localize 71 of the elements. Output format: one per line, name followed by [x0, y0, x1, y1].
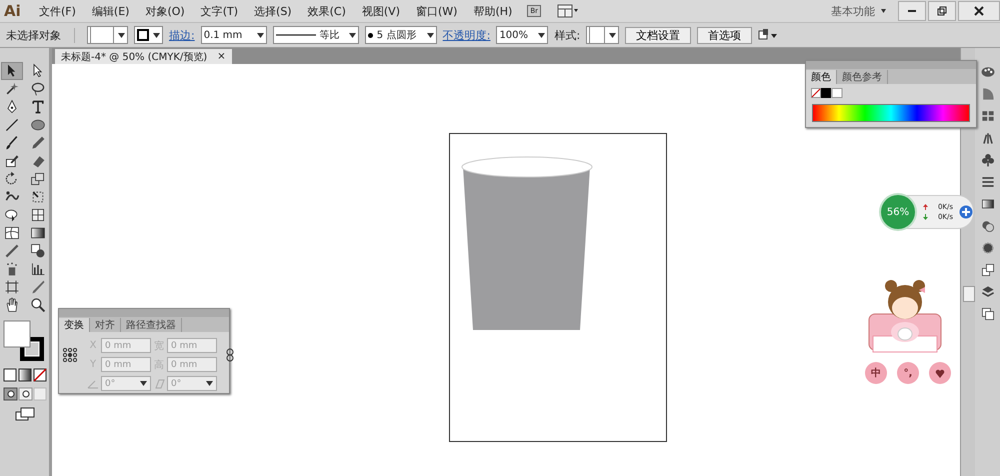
screen-mode-icon[interactable] [14, 407, 34, 421]
tab-close[interactable]: × [217, 51, 226, 62]
caret-icon [426, 32, 434, 38]
panel-tab[interactable]: 变换 [59, 318, 90, 332]
fill-dropdown[interactable] [87, 26, 128, 44]
style-dropdown[interactable] [586, 26, 620, 44]
up-arrow-icon [922, 204, 928, 210]
angle-icon [87, 378, 99, 388]
line-profile-icon [276, 34, 316, 36]
minimize-button[interactable] [898, 1, 926, 21]
selection-status: 未选择对象 [6, 28, 75, 42]
app-logo: Ai [4, 2, 22, 20]
dot-icon [368, 32, 373, 38]
stroke-lines-icon[interactable] [980, 174, 996, 190]
color-swatches-icon[interactable] [811, 88, 843, 98]
stroke-profile-dropdown[interactable]: 等比 [272, 26, 359, 44]
close-icon [974, 6, 984, 16]
artboards-icon[interactable] [980, 306, 996, 322]
fill-stroke-icon[interactable] [2, 320, 46, 364]
style-label: 样式: [554, 28, 580, 42]
club-symbol-icon[interactable] [980, 152, 996, 168]
shear-icon [153, 378, 165, 388]
opacity-field[interactable]: 100% [496, 26, 548, 44]
restore-button[interactable] [928, 1, 956, 21]
caret-icon [206, 381, 213, 386]
close-button[interactable] [958, 1, 1000, 21]
plus-icon[interactable] [959, 205, 973, 219]
caret-icon [140, 381, 147, 386]
color-spectrum[interactable] [812, 104, 970, 122]
stroke-swatch-icon [137, 29, 149, 41]
menu-item[interactable]: 效果(C) [300, 4, 353, 18]
restore-icon [937, 6, 947, 16]
caret-icon[interactable] [881, 9, 886, 13]
reference-point-icon[interactable] [63, 348, 77, 362]
workspace-switcher[interactable]: 基本功能 [831, 4, 875, 18]
menu-item[interactable]: 文字(T) [194, 4, 246, 18]
caret-icon [348, 32, 356, 38]
swatches-icon[interactable] [980, 108, 996, 124]
caret-icon [153, 32, 160, 38]
menu-item[interactable]: 帮助(H) [466, 4, 520, 18]
menu-item[interactable]: 窗口(W) [408, 4, 464, 18]
menu-item[interactable]: 文件(F) [32, 4, 83, 18]
menu-item[interactable]: 对象(O) [138, 4, 192, 18]
stroke-link[interactable]: 描边: [169, 28, 195, 42]
options-button[interactable]: 首选项 [697, 26, 752, 44]
panel-tab[interactable]: 颜色 [806, 70, 837, 84]
transparency-icon[interactable] [980, 218, 996, 234]
menu-item[interactable]: 选择(S) [247, 4, 299, 18]
minimize-icon [908, 10, 916, 12]
color-mode-icon[interactable] [2, 368, 46, 382]
brush-dropdown[interactable]: 5 点圆形 [364, 26, 437, 44]
caret-icon [538, 32, 546, 38]
menu-item[interactable]: 视图(V) [354, 4, 407, 18]
stroke-dropdown[interactable] [134, 26, 163, 44]
options-button[interactable]: 文档设置 [625, 26, 692, 44]
caret-icon [256, 32, 264, 38]
scrollbar-thumb[interactable] [963, 286, 975, 302]
document-tab[interactable]: 未标题-4* @ 50% (CMYK/预览) × [55, 49, 232, 64]
opacity-link[interactable]: 不透明度: [442, 28, 490, 42]
down-arrow-icon [922, 214, 928, 220]
menu-item[interactable]: 编辑(E) [84, 4, 136, 18]
layers-icon[interactable] [980, 284, 996, 300]
layout-icon[interactable] [557, 4, 579, 18]
draw-mode-icon[interactable] [2, 387, 46, 401]
color-palette-icon[interactable] [980, 64, 996, 80]
caret-icon [609, 32, 616, 38]
link-icon[interactable] [225, 348, 235, 362]
stroke-weight-field[interactable]: 0.1 mm [200, 26, 267, 44]
graphic-styles-icon[interactable] [980, 262, 996, 278]
arrange-icon[interactable] [758, 29, 778, 41]
caret-icon [118, 32, 125, 38]
